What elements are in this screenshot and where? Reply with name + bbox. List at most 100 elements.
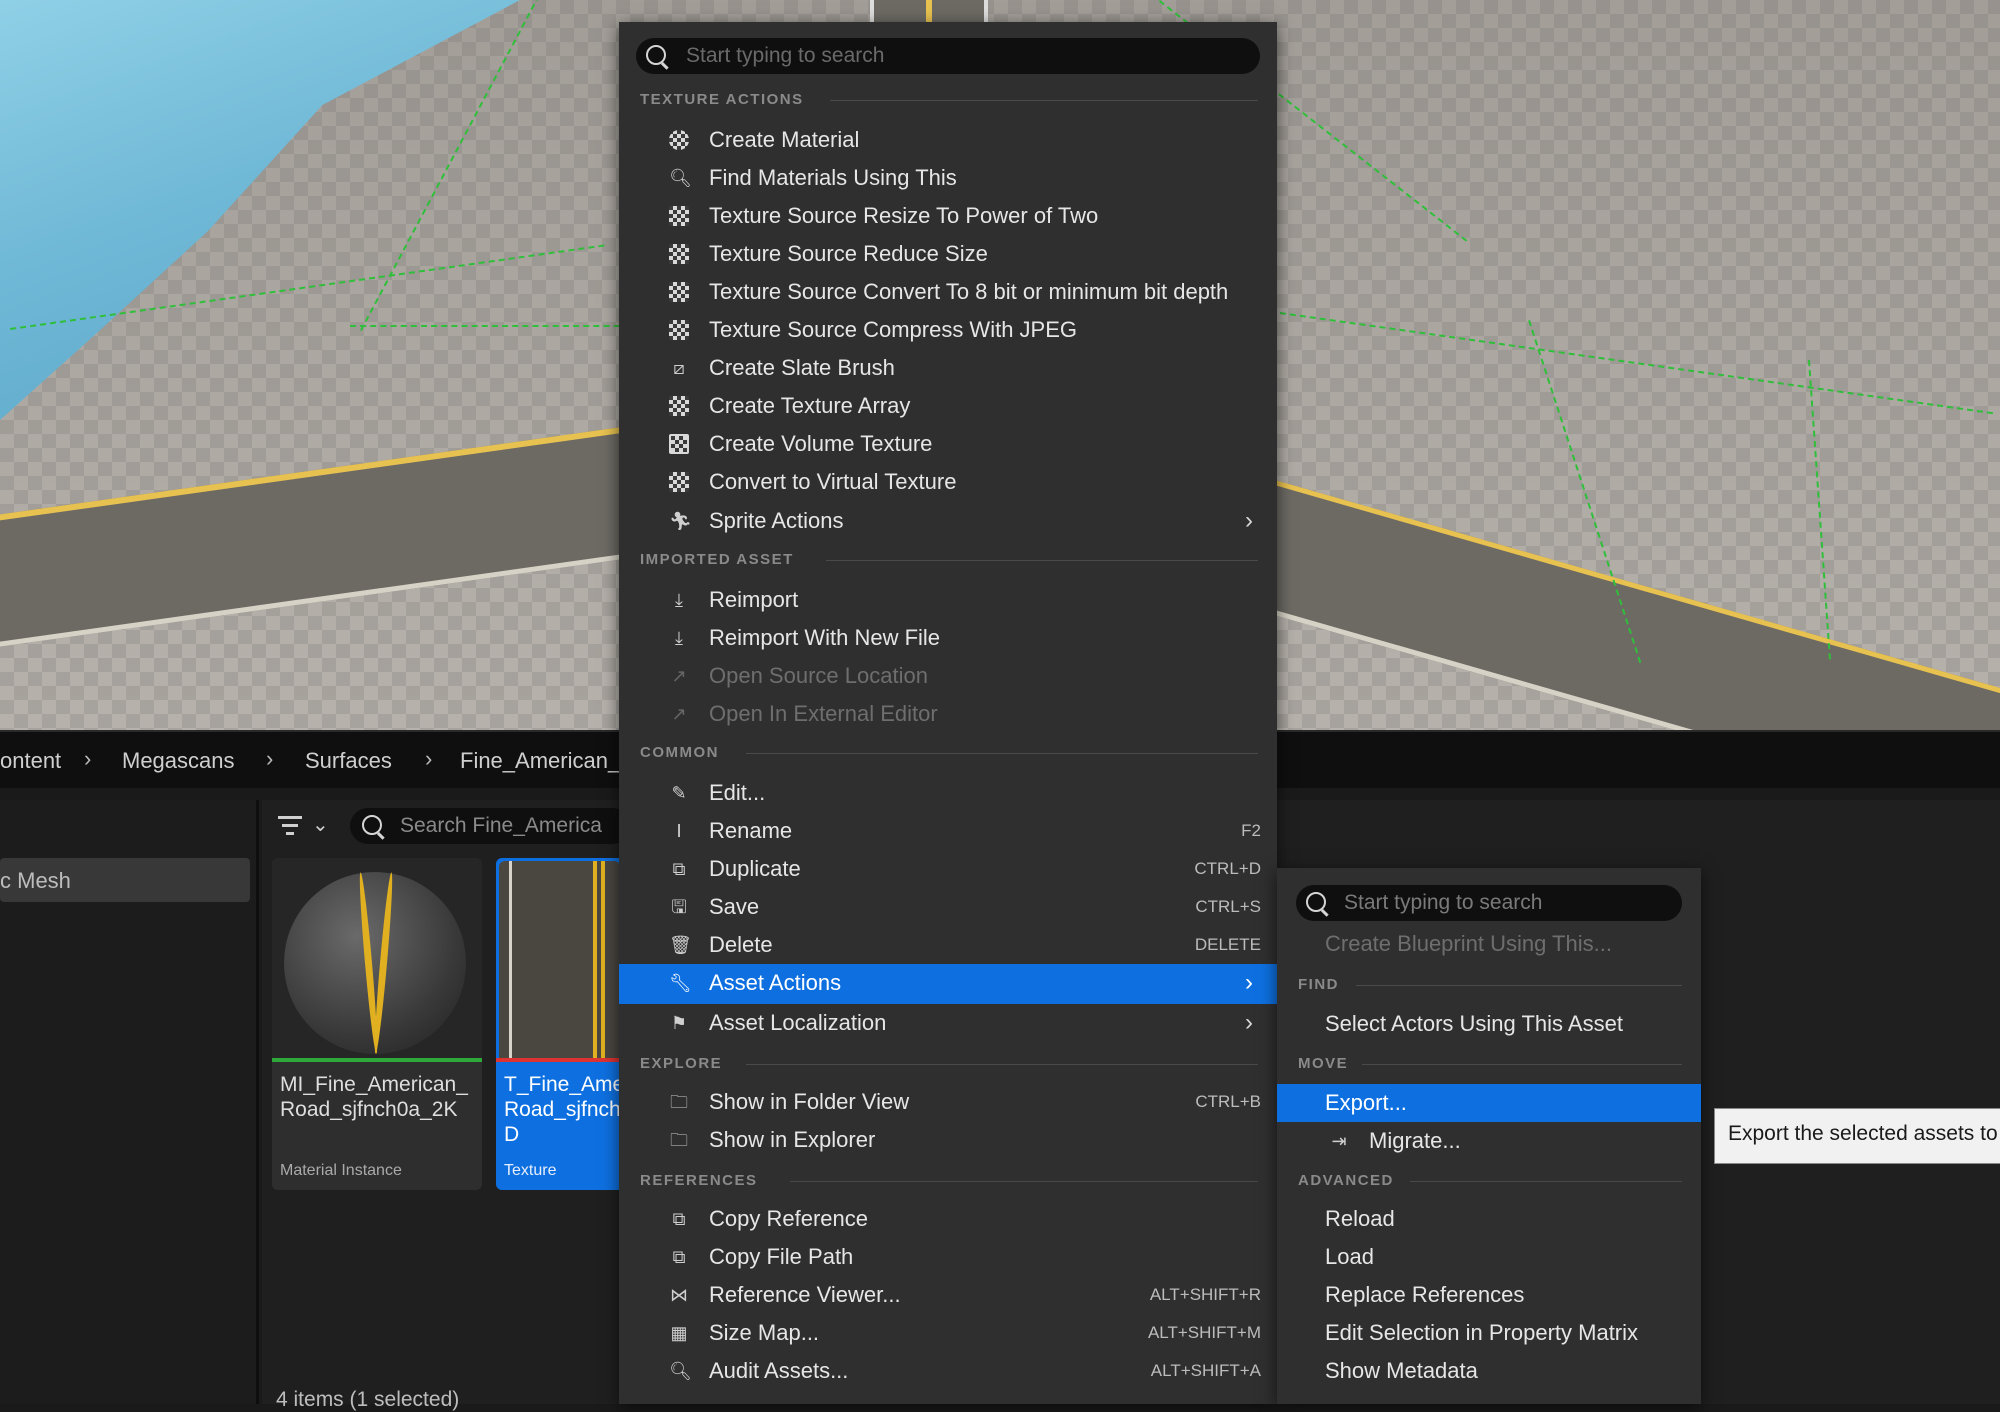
menu-item-convert-virtual-texture[interactable]: Convert to Virtual Texture [619,463,1277,501]
menu-item-reference-viewer[interactable]: ⋈ Reference Viewer... ALT+SHIFT+R [619,1276,1277,1314]
breadcrumb-item[interactable]: Megascans [122,748,235,774]
shortcut-label: CTRL+D [1194,859,1261,878]
menu-item-create-volume-texture[interactable]: Create Volume Texture [619,425,1277,463]
section-header-texture-actions: TEXTURE ACTIONS [640,91,804,108]
section-header-move: MOVE [1298,1055,1349,1072]
menu-item-find-materials[interactable]: 🔍︎ Find Materials Using This [619,159,1277,197]
submenu-item-show-metadata[interactable]: Show Metadata [1277,1352,1701,1390]
submenu-item-replace-references[interactable]: Replace References [1277,1276,1701,1314]
menu-item-label: Export... [1325,1090,1407,1115]
slate-brush-icon: ⧄ [673,358,685,378]
save-icon: 🖫 [671,897,687,917]
folder-view-icon: 🗀 [670,1092,688,1112]
menu-item-convert-8bit[interactable]: Texture Source Convert To 8 bit or minim… [619,273,1277,311]
menu-item-label: Copy File Path [709,1244,854,1269]
breadcrumb-item[interactable]: Fine_American_ [460,748,620,774]
menu-item-duplicate[interactable]: ⧉ Duplicate CTRL+D [619,850,1277,888]
menu-item-create-slate-brush[interactable]: ⧄ Create Slate Brush [619,349,1277,387]
menu-item-label: Show in Folder View [709,1089,910,1114]
menu-item-reimport[interactable]: ⤓ Reimport [619,581,1277,619]
context-menu-search-placeholder: Start typing to search [686,44,885,67]
menu-item-rename[interactable]: Ⅰ Rename F2 [619,812,1277,850]
search-icon [362,815,382,835]
chevron-right-icon: › [1245,507,1253,534]
section-header-find: FIND [1298,976,1339,993]
texture-icon [669,244,689,264]
asset-name: MI_Fine_American_Road_sjfnch0a_2K [280,1073,468,1121]
menu-item-label: Find Materials Using This [709,165,957,190]
shortcut-label: F2 [1241,821,1261,840]
menu-item-label: Create Material [709,127,860,152]
texture-icon [669,282,689,302]
submenu-search-placeholder: Start typing to search [1344,891,1543,914]
context-menu-search[interactable]: Start typing to search [636,38,1260,74]
asset-thumbnail [499,861,620,1058]
menu-item-compress-jpeg[interactable]: Texture Source Compress With JPEG [619,311,1277,349]
material-icon [669,130,689,150]
filter-item-label: c Mesh [0,868,71,893]
sprite-icon: 🏃︎ [669,511,692,531]
tooltip-text: Export the selected assets to [1728,1122,1998,1145]
breadcrumb-item[interactable]: ontent [0,748,61,774]
asset-search-input[interactable]: Search Fine_America [350,808,630,844]
asset-tile[interactable]: MI_Fine_American_Road_sjfnch0a_2K Materi… [272,858,482,1190]
delete-icon: 🗑︎ [669,935,692,955]
spline-guide [350,325,650,327]
menu-item-resize-power-of-two[interactable]: Texture Source Resize To Power of Two [619,197,1277,235]
texture-icon [669,472,689,492]
divider [826,560,1258,561]
menu-item-label: Create Blueprint Using This... [1325,931,1612,956]
submenu-item-select-actors[interactable]: Select Actors Using This Asset [1277,1005,1701,1043]
menu-item-show-folder-view[interactable]: 🗀 Show in Folder View CTRL+B [619,1083,1277,1121]
menu-item-label: Texture Source Compress With JPEG [709,317,1078,342]
external-editor-icon: ↗ [671,704,687,724]
breadcrumb-item[interactable]: Surfaces [305,748,392,774]
menu-item-delete[interactable]: 🗑︎ Delete DELETE [619,926,1277,964]
migrate-icon: ⇥ [1331,1131,1347,1151]
submenu-search[interactable]: Start typing to search [1296,885,1682,921]
divider [1356,985,1682,986]
shortcut-label: ALT+SHIFT+R [1149,1285,1261,1304]
texture-icon [669,396,689,416]
filter-icon[interactable] [278,814,304,836]
menu-item-reimport-new-file[interactable]: ⤓ Reimport With New File [619,619,1277,657]
menu-item-label: Show in Explorer [709,1127,876,1152]
menu-item-copy-reference[interactable]: ⧉ Copy Reference [619,1200,1277,1238]
menu-item-label: Convert to Virtual Texture [709,469,957,494]
menu-item-audit-assets[interactable]: 🔍︎ Audit Assets... ALT+SHIFT+A [619,1352,1277,1390]
submenu-item-export[interactable]: Export... [1277,1084,1701,1122]
submenu-item-property-matrix[interactable]: Edit Selection in Property Matrix [1277,1314,1701,1352]
chevron-right-icon: › [266,746,274,771]
menu-item-label: Save [709,894,760,919]
menu-item-show-explorer[interactable]: 🗀 Show in Explorer [619,1121,1277,1159]
menu-item-copy-file-path[interactable]: ⧉ Copy File Path [619,1238,1277,1276]
menu-item-size-map[interactable]: ▦ Size Map... ALT+SHIFT+M [619,1314,1277,1352]
menu-item-label: Sprite Actions [709,508,844,533]
menu-item-create-material[interactable]: Create Material [619,121,1277,159]
asset-tile-selected[interactable]: T_Fine_Ame Road_sjfnch D Texture [496,858,620,1190]
menu-item-label: Open In External Editor [709,701,938,726]
wrench-icon: 🔧︎ [669,973,692,993]
copy-icon: ⧉ [672,1209,686,1229]
status-text: 4 items (1 selected) [276,1388,460,1411]
menu-item-create-texture-array[interactable]: Create Texture Array [619,387,1277,425]
chevron-down-icon[interactable]: ⌄ [312,812,329,837]
menu-item-asset-localization[interactable]: ⚑ Asset Localization › [619,1004,1277,1042]
asset-type-bar [496,1058,620,1062]
filter-item[interactable]: c Mesh [0,858,250,902]
submenu-item-migrate[interactable]: ⇥ Migrate... [1277,1122,1701,1160]
menu-item-label: Reimport [709,587,799,612]
asset-type-bar [272,1058,482,1062]
menu-item-label: Migrate... [1369,1128,1461,1153]
menu-item-reduce-size[interactable]: Texture Source Reduce Size [619,235,1277,273]
submenu-item-reload[interactable]: Reload [1277,1200,1701,1238]
menu-item-label: Texture Source Convert To 8 bit or minim… [709,279,1229,304]
submenu-item-create-blueprint: Create Blueprint Using This... [1277,925,1701,963]
menu-item-edit[interactable]: ✎ Edit... [619,774,1277,812]
menu-item-save[interactable]: 🖫 Save CTRL+S [619,888,1277,926]
audit-icon: 🔍︎ [669,1361,692,1381]
search-icon [646,45,666,65]
menu-item-asset-actions[interactable]: 🔧︎ Asset Actions › [619,964,1277,1004]
submenu-item-load[interactable]: Load [1277,1238,1701,1276]
menu-item-sprite-actions[interactable]: 🏃︎ Sprite Actions › [619,502,1277,540]
